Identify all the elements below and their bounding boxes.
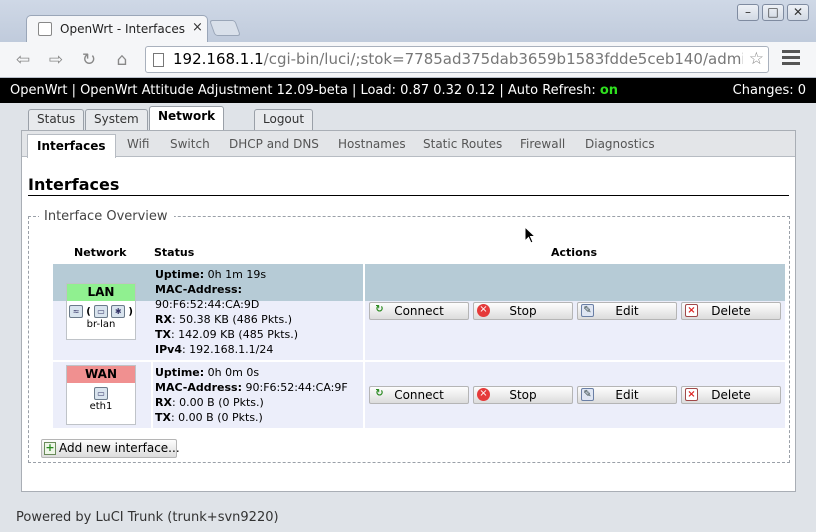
tab-logout[interactable]: Logout xyxy=(254,109,314,130)
ethernet-device-icon: ▭ xyxy=(94,387,108,400)
connect-icon: ↻ xyxy=(375,388,384,399)
page-title: Interfaces xyxy=(28,175,120,194)
back-icon[interactable]: ⇦ xyxy=(12,50,34,70)
subtab-switch[interactable]: Switch xyxy=(170,131,210,157)
delete-icon: × xyxy=(685,304,698,317)
content-container: Interfaces Wifi Switch DHCP and DNS Host… xyxy=(21,130,796,492)
edit-icon: ✎ xyxy=(581,388,594,401)
subtab-hostnames[interactable]: Hostnames xyxy=(338,131,406,157)
tab-status[interactable]: Status xyxy=(28,109,85,130)
footer-text: Powered by LuCI Trunk (trunk+svn9220) xyxy=(16,510,279,525)
minimize-button[interactable]: – xyxy=(737,4,759,21)
maximize-button[interactable]: □ xyxy=(762,4,784,21)
close-window-button[interactable]: ✕ xyxy=(787,4,809,21)
interface-name: WAN xyxy=(67,366,135,383)
url-text: 192.168.1.1/cgi-bin/luci/;stok=7785ad375… xyxy=(173,50,743,68)
fieldset-legend: Interface Overview xyxy=(39,209,174,224)
interface-status-wan: Uptime: 0h 0m 0s MAC-Address: 90:F6:52:4… xyxy=(155,366,348,424)
subtab-wifi[interactable]: Wifi xyxy=(127,131,150,157)
column-header-actions: Actions xyxy=(551,246,597,259)
subtab-static-routes[interactable]: Static Routes xyxy=(423,131,502,157)
tab-system[interactable]: System xyxy=(85,109,148,130)
device-name: br-lan xyxy=(86,319,116,330)
connect-button[interactable]: ↻ Connect xyxy=(369,386,469,404)
table-row: WAN ▭ eth1 Uptime: 0h 0m 0s MAC-Address:… xyxy=(53,362,785,428)
changes-count[interactable]: Changes: 0 xyxy=(733,78,806,103)
edit-button[interactable]: ✎ Edit xyxy=(577,386,677,404)
status-header: OpenWrt | OpenWrt Attitude Adjustment 12… xyxy=(0,78,816,103)
stop-button[interactable]: × Stop xyxy=(473,302,573,320)
device-icons: ▭ xyxy=(67,387,135,400)
tab-title: OpenWrt - Interfaces - LuC xyxy=(60,22,188,36)
page-favicon-icon xyxy=(38,22,52,36)
wireless-device-icon: ✱ xyxy=(111,305,126,318)
stop-icon: × xyxy=(477,304,490,317)
interface-name: LAN xyxy=(67,284,135,301)
browser-menu-icon[interactable] xyxy=(782,50,800,68)
edit-icon: ✎ xyxy=(581,304,594,317)
new-tab-button[interactable] xyxy=(209,20,241,36)
tab-close-icon[interactable]: × xyxy=(192,20,203,35)
luci-page: OpenWrt | OpenWrt Attitude Adjustment 12… xyxy=(0,78,816,532)
mouse-cursor-icon xyxy=(524,226,536,244)
delete-button[interactable]: × Delete xyxy=(681,302,781,320)
add-icon: + xyxy=(44,441,56,455)
tab-network[interactable]: Network xyxy=(149,106,225,130)
browser-titlebar: OpenWrt - Interfaces - LuC × – □ ✕ xyxy=(0,0,816,42)
connect-icon: ↻ xyxy=(375,304,384,315)
interface-badge-wan: WAN ▭ eth1 xyxy=(66,365,136,425)
interface-badge-lan: LAN ≈ ( ▭ ✱ ) br-lan xyxy=(66,283,136,340)
device-icons: ≈ ( ▭ ✱ ) xyxy=(67,305,135,318)
edit-button[interactable]: ✎ Edit xyxy=(577,302,677,320)
browser-tab[interactable]: OpenWrt - Interfaces - LuC × xyxy=(26,15,208,42)
stop-icon: × xyxy=(477,388,490,401)
sub-menu: Interfaces Wifi Switch DHCP and DNS Host… xyxy=(22,131,795,158)
browser-toolbar: ⇦ ⇨ ↻ ⌂ 192.168.1.1/cgi-bin/luci/;stok=7… xyxy=(0,42,816,78)
header-info: OpenWrt | OpenWrt Attitude Adjustment 12… xyxy=(10,83,600,98)
title-divider xyxy=(28,195,789,196)
connect-button[interactable]: ↻ Connect xyxy=(369,302,469,320)
page-icon xyxy=(153,53,164,67)
stop-button[interactable]: × Stop xyxy=(473,386,573,404)
ethernet-device-icon: ▭ xyxy=(94,305,108,318)
wifi-device-icon: ≈ xyxy=(69,305,84,318)
table-row: LAN ≈ ( ▭ ✱ ) br-lan Uptime: 0h 1m 19s M… xyxy=(53,264,785,360)
bookmark-star-icon[interactable]: ☆ xyxy=(749,49,764,69)
subtab-firewall[interactable]: Firewall xyxy=(520,131,565,157)
column-header-status: Status xyxy=(154,246,195,259)
subtab-dhcp-dns[interactable]: DHCP and DNS xyxy=(229,131,319,157)
forward-icon[interactable]: ⇨ xyxy=(45,50,67,70)
reload-icon[interactable]: ↻ xyxy=(78,50,100,70)
add-interface-button[interactable]: + Add new interface... xyxy=(41,439,180,458)
address-bar[interactable]: 192.168.1.1/cgi-bin/luci/;stok=7785ad375… xyxy=(145,46,769,73)
auto-refresh-toggle[interactable]: on xyxy=(600,83,618,98)
subtab-interfaces[interactable]: Interfaces xyxy=(27,134,116,158)
subtab-diagnostics[interactable]: Diagnostics xyxy=(585,131,655,157)
delete-icon: × xyxy=(685,388,698,401)
home-icon[interactable]: ⌂ xyxy=(111,50,133,70)
interface-overview-fieldset: Interface Overview Network Status Action… xyxy=(28,209,790,463)
interface-status-lan: Uptime: 0h 1m 19s MAC-Address: 90:F6:52:… xyxy=(155,268,299,356)
device-name: eth1 xyxy=(89,401,113,412)
delete-button[interactable]: × Delete xyxy=(681,386,781,404)
column-header-network: Network xyxy=(74,246,127,259)
